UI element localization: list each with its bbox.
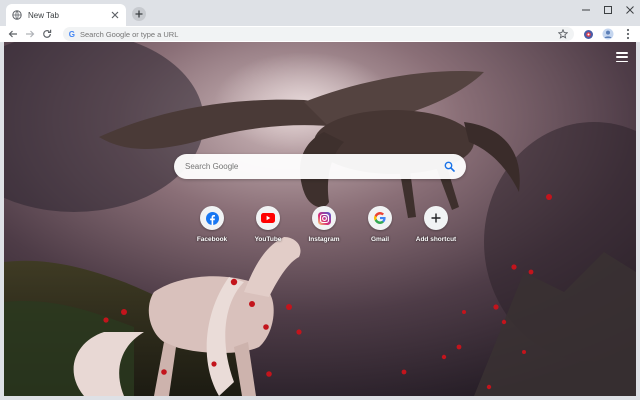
toolbar-actions xyxy=(582,28,634,40)
back-icon[interactable] xyxy=(6,27,20,41)
shortcut-label: Facebook xyxy=(196,236,228,243)
toolbar: G xyxy=(0,26,640,42)
tab-new-tab[interactable]: New Tab xyxy=(6,4,126,26)
shortcut-label: Add shortcut xyxy=(415,236,457,243)
globe-icon xyxy=(12,10,22,20)
search-input[interactable] xyxy=(185,162,444,171)
extension-icon[interactable] xyxy=(582,28,594,40)
tab-strip: New Tab xyxy=(0,0,640,26)
omnibox-input[interactable] xyxy=(80,29,558,39)
search-icon[interactable] xyxy=(444,161,455,172)
shortcut-label: Gmail xyxy=(370,236,390,243)
shortcut-icon-tile xyxy=(200,206,224,230)
google-g-icon: G xyxy=(68,29,75,39)
shortcut-youtube[interactable]: YouTube xyxy=(240,206,296,243)
customize-menu-icon[interactable] xyxy=(616,52,628,62)
shortcut-icon-tile xyxy=(312,206,336,230)
more-vert-icon[interactable] xyxy=(622,28,634,40)
shortcuts-grid: Facebook YouTube Instagram Gmail Add sho… xyxy=(184,206,464,243)
shortcut-instagram[interactable]: Instagram xyxy=(296,206,352,243)
shortcut-label: YouTube xyxy=(254,236,282,243)
youtube-icon xyxy=(261,213,275,223)
instagram-icon xyxy=(317,211,331,225)
shortcut-label: Instagram xyxy=(308,236,340,243)
shortcut-icon-tile xyxy=(368,206,392,230)
new-tab-page: Facebook YouTube Insta xyxy=(4,42,636,396)
forward-icon[interactable] xyxy=(23,27,37,41)
window-controls xyxy=(580,5,636,15)
maximize-icon[interactable] xyxy=(602,5,614,15)
search-box[interactable] xyxy=(174,154,466,179)
new-tab-button[interactable] xyxy=(132,7,146,21)
shortcut-gmail[interactable]: Gmail xyxy=(352,206,408,243)
tab-title: New Tab xyxy=(28,10,59,20)
close-tab-icon[interactable] xyxy=(110,10,120,20)
profile-avatar-icon[interactable] xyxy=(602,28,614,40)
plus-icon xyxy=(431,213,441,223)
browser-window: New Tab G Search Google or type a URL Se… xyxy=(0,0,640,400)
shortcut-facebook[interactable]: Facebook xyxy=(184,206,240,243)
shortcut-icon-tile xyxy=(256,206,280,230)
omnibox[interactable]: G xyxy=(62,27,574,41)
close-window-icon[interactable] xyxy=(624,5,636,15)
shortcut-icon-tile xyxy=(424,206,448,230)
facebook-icon xyxy=(205,211,219,225)
bookmark-star-icon[interactable] xyxy=(558,29,568,39)
shortcut-add[interactable]: Add shortcut xyxy=(408,206,464,243)
google-icon xyxy=(374,212,386,224)
minimize-icon[interactable] xyxy=(580,5,592,15)
reload-icon[interactable] xyxy=(40,27,54,41)
